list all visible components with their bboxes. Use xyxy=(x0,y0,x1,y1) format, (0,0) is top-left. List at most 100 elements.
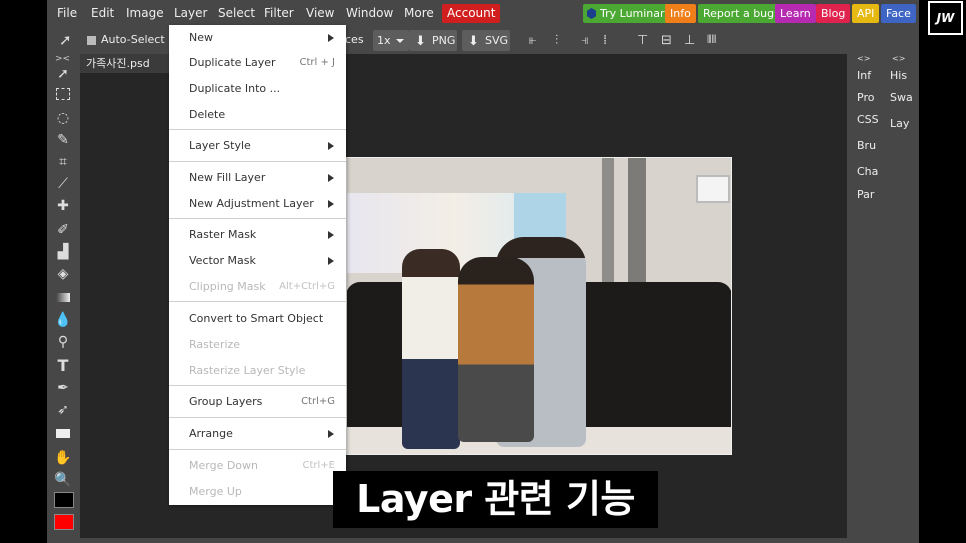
menu-image[interactable]: Image xyxy=(126,0,164,27)
video-subtitle: Layer 관련 기능 xyxy=(333,471,658,528)
zoom-tool-icon[interactable]: 🔍 xyxy=(53,470,73,490)
panel-properties[interactable]: Pro xyxy=(857,91,874,104)
intercom xyxy=(696,175,730,203)
export-png-button[interactable]: ⬇ PNG xyxy=(409,30,457,51)
menu-item-arrange[interactable]: Arrange xyxy=(169,421,346,447)
account-button[interactable]: Account xyxy=(442,4,501,23)
panel-character[interactable]: Cha xyxy=(857,165,878,178)
align-center-icon[interactable]: ⫶ xyxy=(555,33,558,48)
report-bug-button[interactable]: Report a bug xyxy=(698,4,780,23)
healing-tool-icon[interactable]: ✚ xyxy=(53,196,73,216)
learn-button[interactable]: Learn xyxy=(775,4,816,23)
menu-separator xyxy=(169,301,346,302)
menu-select[interactable]: Select xyxy=(218,0,255,27)
text-tool-icon[interactable]: T xyxy=(53,356,73,376)
marquee-tool-icon[interactable] xyxy=(53,86,73,106)
menu-item-new[interactable]: New xyxy=(169,25,346,51)
menu-window[interactable]: Window xyxy=(346,0,393,27)
menu-item-vector-mask[interactable]: Vector Mask xyxy=(169,248,346,274)
right-panel-icons-left: <> Inf Pro CSS Bru Cha Par xyxy=(850,54,882,538)
eraser-tool-icon[interactable]: ◈ xyxy=(53,264,73,284)
dodge-tool-icon[interactable]: ⚲ xyxy=(53,332,73,352)
svg-label: SVG xyxy=(485,34,509,47)
api-button[interactable]: API xyxy=(852,4,880,23)
layer-dropdown-menu: New Duplicate Layer Ctrl + J Duplicate In… xyxy=(169,25,346,505)
stamp-tool-icon[interactable]: ▟ xyxy=(53,242,73,262)
panel-swatches[interactable]: Swa xyxy=(890,91,913,104)
foreground-color-swatch[interactable] xyxy=(54,492,74,508)
export-svg-button[interactable]: ⬇ SVG xyxy=(462,30,510,51)
gradient-tool-icon[interactable] xyxy=(53,288,73,308)
align-left-icon[interactable]: ⫦ xyxy=(529,33,536,48)
menu-separator xyxy=(169,449,346,450)
panel-layers[interactable]: Lay xyxy=(890,117,909,130)
download-icon: ⬇ xyxy=(415,34,426,49)
panel-history[interactable]: His xyxy=(890,69,907,82)
distribute-icon[interactable]: ⁞ xyxy=(603,33,607,48)
distribute-horizontal-icon[interactable]: ⫴⫴ xyxy=(707,33,716,47)
channel-logo: JW xyxy=(928,1,963,35)
brush-tool-icon[interactable]: ✐ xyxy=(53,220,73,240)
panel-css[interactable]: CSS xyxy=(857,113,879,126)
menu-item-rasterize: Rasterize xyxy=(189,338,241,351)
align-middle-icon[interactable]: ⊟ xyxy=(661,33,672,48)
panel-info[interactable]: Inf xyxy=(857,69,871,82)
menu-separator xyxy=(169,161,346,162)
menu-item-rasterize-layer-style: Rasterize Layer Style xyxy=(189,364,306,377)
chevron-right-icon xyxy=(328,174,334,182)
menu-item-new-fill-layer[interactable]: New Fill Layer xyxy=(169,165,346,191)
menu-file[interactable]: File xyxy=(57,0,77,27)
document-tab[interactable]: 가족사진.psd × xyxy=(80,54,188,73)
move-tool-icon[interactable]: ➚ xyxy=(59,31,72,49)
info-button[interactable]: Info xyxy=(665,4,696,23)
panel-brush[interactable]: Bru xyxy=(857,139,876,152)
background-color-swatch[interactable] xyxy=(54,514,74,530)
menu-item-new-adjustment-layer[interactable]: New Adjustment Layer xyxy=(169,191,346,217)
menu-separator xyxy=(169,218,346,219)
align-top-icon[interactable]: ⊤ xyxy=(637,33,648,48)
eyedropper-tool-icon[interactable]: ⟋ xyxy=(53,174,73,194)
menu-bar: File Edit Image Layer Select Filter View… xyxy=(47,0,919,27)
panel-collapse-toggle[interactable]: <> xyxy=(892,54,905,63)
menu-item-duplicate-into[interactable]: Duplicate Into ... xyxy=(169,76,346,102)
menu-layer[interactable]: Layer xyxy=(169,0,213,27)
menu-item-delete[interactable]: Delete xyxy=(169,102,346,128)
menu-item-group-layers[interactable]: Group Layers Ctrl+G xyxy=(169,389,346,415)
family-photo[interactable] xyxy=(346,157,732,455)
shape-tool-icon[interactable] xyxy=(53,424,73,444)
lasso-tool-icon[interactable]: ◌ xyxy=(53,108,73,128)
face-button[interactable]: Face xyxy=(881,4,916,23)
auto-select-label: Auto-Select xyxy=(101,33,165,46)
move-tool-icon[interactable]: ➚ xyxy=(53,64,73,84)
chevron-right-icon xyxy=(328,430,334,438)
menu-item-layer-style[interactable]: Layer Style xyxy=(169,133,346,159)
align-bottom-icon[interactable]: ⊥ xyxy=(684,33,695,48)
menu-item-convert-smart-object[interactable]: Convert to Smart Object xyxy=(169,306,346,332)
panel-collapse-toggle[interactable]: <> xyxy=(857,54,870,63)
align-right-icon[interactable]: ⫣ xyxy=(581,33,589,48)
menu-item-duplicate-layer[interactable]: Duplicate Layer Ctrl + J xyxy=(169,50,346,76)
chevron-right-icon xyxy=(328,142,334,150)
menu-item-raster-mask[interactable]: Raster Mask xyxy=(169,222,346,248)
hand-tool-icon[interactable]: ✋ xyxy=(53,448,73,468)
blur-tool-icon[interactable]: 💧 xyxy=(53,310,73,330)
auto-select-checkbox[interactable] xyxy=(87,36,96,45)
try-luminar-label: Try Luminar xyxy=(600,7,665,20)
pen-tool-icon[interactable]: ✒ xyxy=(53,378,73,398)
panel-paragraph[interactable]: Par xyxy=(857,188,874,201)
menu-separator xyxy=(169,417,346,418)
person-mother xyxy=(402,249,460,449)
right-panel-icons-right: <> His Swa Lay xyxy=(883,54,919,538)
menu-edit[interactable]: Edit xyxy=(91,0,114,27)
menu-view[interactable]: View xyxy=(306,0,334,27)
blog-button[interactable]: Blog xyxy=(816,4,851,23)
menu-filter[interactable]: Filter xyxy=(264,0,294,27)
quick-select-tool-icon[interactable]: ✎ xyxy=(53,130,73,150)
shortcut: Ctrl+E xyxy=(302,460,336,471)
crop-tool-icon[interactable]: ⌗ xyxy=(53,152,73,172)
path-select-tool-icon[interactable]: ➶ xyxy=(53,400,73,420)
zoom-select[interactable]: 1x xyxy=(373,30,409,51)
try-luminar-button[interactable]: Try Luminar xyxy=(583,4,670,23)
menu-more[interactable]: More xyxy=(404,0,434,27)
collapse-toggle-icon[interactable]: >< xyxy=(55,54,70,64)
